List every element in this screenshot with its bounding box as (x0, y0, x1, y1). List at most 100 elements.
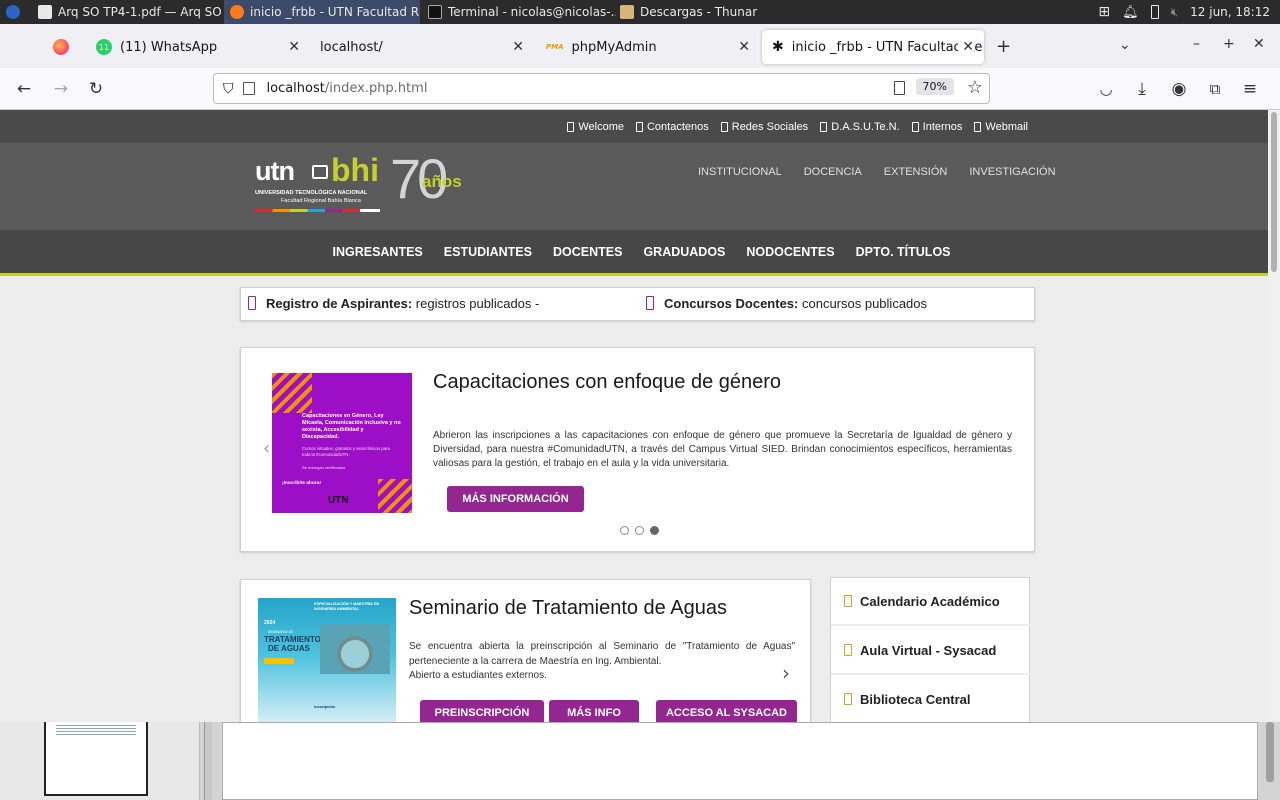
taskbar-window-thunar[interactable]: Descargas - Thunar (616, 0, 776, 24)
announcement-icon (248, 296, 256, 310)
doc-icon (974, 121, 982, 132)
sidebar-biblioteca-central[interactable]: Biblioteca Central (831, 676, 1031, 722)
app-menu-button[interactable] (0, 0, 28, 24)
taskbar-window-firefox[interactable]: inicio _frbb - UTN Facultad R... (224, 0, 420, 24)
featured-slider: Capacitaciones en Género, Ley Micaela, C… (240, 347, 1035, 552)
slider-dot-3-active[interactable] (650, 526, 659, 535)
new-tab-button[interactable]: + (996, 36, 1011, 57)
account-icon[interactable]: ◉ (1167, 77, 1191, 101)
date-badge (264, 658, 294, 664)
web-page: Welcome Contactenos Redes Sociales D.A.S… (0, 110, 1280, 722)
reload-button[interactable]: ↻ (84, 77, 108, 101)
tab-utn-frbb[interactable]: ✱ inicio _frbb - UTN Facultad Re ✕ (762, 30, 984, 64)
list-all-tabs-icon[interactable]: ⌄ (1119, 37, 1131, 53)
preinscripcion-button[interactable]: PREINSCRIPCIÓN (420, 700, 544, 722)
announcement-ticker: Registro de Aspirantes: registros public… (240, 287, 1035, 321)
top-link-contactenos[interactable]: Contactenos (635, 121, 709, 133)
sidebar-aula-virtual-sysacad[interactable]: Aula Virtual - Sysacad (831, 627, 1031, 675)
menu-institucional[interactable]: INSTITUCIONAL (698, 166, 782, 178)
announcement-registro[interactable]: Registro de Aspirantes: registros public… (266, 296, 539, 311)
chevron-right-icon[interactable]: › (782, 661, 790, 685)
chevron-right-icon[interactable]: › (1001, 438, 1008, 459)
doc-icon (820, 121, 828, 132)
battery-icon[interactable] (1150, 5, 1159, 19)
scrollbar-thumb[interactable] (1271, 112, 1277, 272)
extensions-icon[interactable]: ⧉ (1203, 77, 1227, 101)
nav-graduados[interactable]: GRADUADOS (643, 245, 725, 259)
nav-ingresantes[interactable]: INGRESANTES (332, 245, 422, 259)
pdf-scrollbar[interactable] (1266, 722, 1274, 782)
url-bar[interactable]: ⛉ localhost/index.php.html 70% ☆ (213, 73, 990, 104)
shield-icon[interactable]: ⛉ (223, 81, 234, 97)
downloads-icon[interactable]: ⤓ (1130, 77, 1154, 101)
menu-docencia[interactable]: DOCENCIA (804, 166, 862, 178)
maximize-button[interactable]: + (1223, 36, 1235, 52)
terminal-icon (428, 5, 442, 19)
top-link-welcome[interactable]: Welcome (567, 121, 624, 133)
slide-title[interactable]: Capacitaciones con enfoque de género (433, 371, 781, 394)
menu-icon[interactable]: ≡ (1238, 77, 1262, 101)
close-tab-icon[interactable]: ✕ (288, 39, 300, 55)
tab-whatsapp[interactable]: 11 (11) WhatsApp ✕ (86, 30, 310, 64)
chevron-left-icon[interactable]: ‹ (263, 438, 270, 459)
nav-estudiantes[interactable]: ESTUDIANTES (444, 245, 532, 259)
pdf-splitter[interactable] (204, 722, 212, 800)
mas-info-button[interactable]: MÁS INFO (549, 700, 639, 722)
sidebar-calendario-academico[interactable]: Calendario Académico (831, 578, 1031, 626)
slider-dot-1[interactable] (620, 526, 629, 535)
utn-logo[interactable]: utn bhi 70 años UNIVERSIDAD TECNOLÓGICA … (255, 147, 485, 218)
tab-firefox-view[interactable] (40, 30, 82, 64)
mas-informacion-button[interactable]: MÁS INFORMACIÓN (447, 486, 584, 512)
laptop-icon (844, 644, 852, 656)
url-text[interactable]: localhost/index.php.html (267, 81, 428, 96)
top-link-dasuten[interactable]: D.A.S.U.Te.N. (820, 121, 900, 133)
page-info-icon[interactable] (242, 82, 255, 95)
navigation-toolbar: ← → ↻ ⛉ localhost/index.php.html 70% ☆ ◡… (0, 68, 1280, 110)
notification-bell-icon[interactable]: 🔔︎ (1122, 5, 1139, 20)
main-navigation: INGRESANTES ESTUDIANTES DOCENTES GRADUAD… (0, 230, 1280, 276)
menu-extension[interactable]: EXTENSIÓN (884, 166, 948, 178)
quick-links-sidebar: Calendario Académico Aula Virtual - Sysa… (830, 577, 1031, 722)
close-tab-icon[interactable]: ✕ (958, 39, 974, 55)
tab-strip: 11 (11) WhatsApp ✕ localhost/ ✕ PMA phpM… (0, 24, 1280, 68)
bookmark-star-icon[interactable]: ☆ (967, 77, 983, 98)
slider-dot-2[interactable] (635, 526, 644, 535)
page-scrollbar[interactable] (1268, 110, 1280, 722)
zoom-indicator[interactable]: 70% (915, 78, 954, 95)
nav-nodocentes[interactable]: NODOCENTES (746, 245, 834, 259)
tab-localhost[interactable]: localhost/ ✕ (310, 30, 534, 64)
taskbar-window-terminal[interactable]: Terminal - nicolas@nicolas-... (420, 0, 616, 24)
taskbar: Arq SO TP4-1.pdf — Arq SO ... inicio _fr… (0, 0, 1280, 24)
stripe-decoration (272, 373, 312, 413)
tab-phpmyadmin[interactable]: PMA phpMyAdmin ✕ (536, 30, 760, 64)
close-tab-icon[interactable]: ✕ (512, 39, 524, 55)
close-tab-icon[interactable]: ✕ (738, 39, 750, 55)
folder-icon (620, 5, 634, 19)
slide-image[interactable]: Capacitaciones en Género, Ley Micaela, C… (272, 373, 412, 513)
acceso-sysacad-button[interactable]: ACCESO AL SYSACAD (656, 700, 797, 722)
announcement-icon (646, 296, 654, 310)
document-icon (38, 5, 52, 19)
nav-dpto-titulos[interactable]: DPTO. TÍTULOS (856, 245, 951, 259)
doc-icon (911, 121, 919, 132)
news-title[interactable]: Seminario de Tratamiento de Aguas (409, 597, 727, 620)
reader-view-icon[interactable] (894, 81, 905, 95)
volume-muted-icon[interactable]: 🔇︎ (1171, 5, 1179, 20)
taskbar-window-pdf[interactable]: Arq SO TP4-1.pdf — Arq SO ... (28, 0, 224, 24)
top-link-internos[interactable]: Internos (911, 121, 962, 133)
clock[interactable]: 12 jun, 18:12 (1190, 5, 1270, 19)
close-window-button[interactable]: ✕ (1253, 36, 1265, 52)
minimize-button[interactable]: – (1193, 36, 1200, 52)
news-image[interactable]: ESPECIALIZACIÓN Y MAESTRÍA EN INGENIERÍA… (258, 598, 396, 722)
top-link-webmail[interactable]: Webmail (974, 121, 1028, 133)
menu-investigacion[interactable]: INVESTIGACIÓN (969, 166, 1055, 178)
forward-button[interactable]: → (49, 77, 73, 101)
page-thumbnail[interactable] (44, 722, 148, 796)
top-link-redes-sociales[interactable]: Redes Sociales (720, 121, 808, 133)
pocket-icon[interactable]: ◡ (1094, 77, 1118, 101)
announcement-concursos[interactable]: Concursos Docentes: concursos publicados (664, 296, 927, 311)
nav-docentes[interactable]: DOCENTES (553, 245, 622, 259)
network-icon[interactable]: ⊞ (1098, 4, 1110, 20)
back-button[interactable]: ← (12, 77, 36, 101)
pdf-sidebar (0, 722, 200, 800)
